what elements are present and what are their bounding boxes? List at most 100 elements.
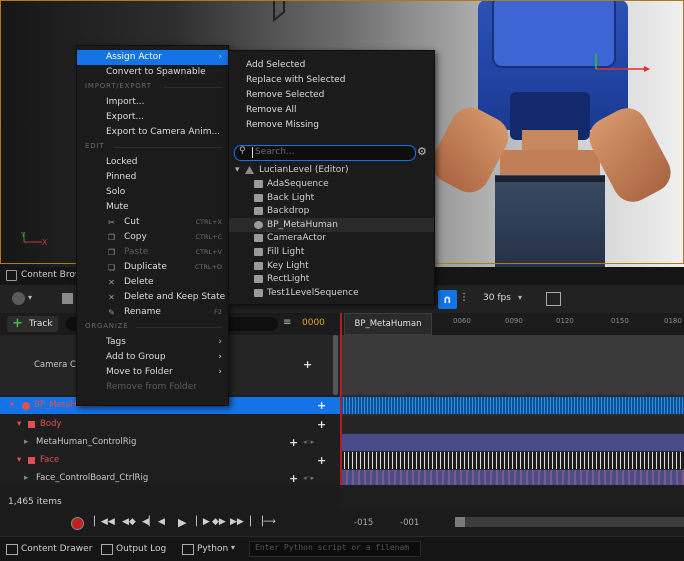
menu-item-mute[interactable]: Mute bbox=[77, 200, 228, 215]
menu-item-assign-actor[interactable]: Assign Actor › bbox=[77, 50, 228, 65]
menu-item-delete-and-keep-state[interactable]: ✕ Delete and Keep State bbox=[77, 290, 228, 305]
assign-action-replace-with-selected[interactable]: Replace with Selected bbox=[229, 73, 434, 88]
actor-item-key-light[interactable]: Key Light bbox=[229, 259, 434, 273]
menu-item-cut[interactable]: ✂ Cut CTRL+X bbox=[77, 215, 228, 230]
menu-item-move-to-folder[interactable]: Move to Folder › bbox=[77, 365, 228, 380]
fps-chevron-down-icon[interactable]: ▾ bbox=[518, 293, 522, 302]
tooltip-actor-name: BP_MetaHuman bbox=[344, 313, 432, 335]
actor-type-icon bbox=[254, 220, 263, 229]
key-nav-icon[interactable]: ◂◦▸ bbox=[303, 434, 314, 451]
world-icon[interactable] bbox=[12, 292, 25, 305]
fps-selector[interactable]: 30 fps bbox=[483, 293, 511, 303]
collapse-arrow-icon[interactable]: ▾ bbox=[17, 416, 21, 433]
timeline-scrollbar[interactable] bbox=[455, 517, 684, 527]
menu-item-delete[interactable]: ✕ Delete bbox=[77, 275, 228, 290]
add-track-plus-icon[interactable]: + bbox=[317, 397, 326, 414]
tree-root-level[interactable]: ▾ LucianLevel (Editor) bbox=[229, 163, 434, 177]
timeline-ruler[interactable]: BP_MetaHuman 0060 0090 0120 0150 0180 bbox=[340, 313, 684, 335]
prev-key-icon[interactable]: ◀◆ bbox=[122, 517, 136, 527]
collapse-arrow-icon[interactable]: ▾ bbox=[17, 452, 21, 469]
menu-item-locked[interactable]: Locked bbox=[77, 155, 228, 170]
menu-item-export[interactable]: Export... bbox=[77, 110, 228, 125]
actor-item-cameraactor[interactable]: CameraActor bbox=[229, 231, 434, 245]
current-frame-value[interactable]: 0000 bbox=[302, 318, 325, 328]
menu-item-tags[interactable]: Tags › bbox=[77, 335, 228, 350]
actor-item-back-light[interactable]: Back Light bbox=[229, 191, 434, 205]
search-placeholder: Search... bbox=[255, 147, 295, 157]
output-log-icon bbox=[101, 544, 113, 555]
actor-label: Fill Light bbox=[267, 247, 305, 257]
actor-item-fill-light[interactable]: Fill Light bbox=[229, 245, 434, 259]
menu-item-export-to-camera-anim[interactable]: Export to Camera Anim... bbox=[77, 125, 228, 140]
add-key-plus-icon[interactable]: + bbox=[289, 434, 298, 451]
add-key-plus-icon[interactable]: + bbox=[303, 335, 312, 395]
menu-item-duplicate[interactable]: ❏ Duplicate CTRL+D bbox=[77, 260, 228, 275]
face-key-lane[interactable] bbox=[340, 452, 684, 469]
metahuman-key-lane[interactable] bbox=[340, 397, 684, 414]
settings-gear-icon[interactable]: ⚙ bbox=[417, 145, 427, 158]
expand-arrow-icon[interactable]: ▸ bbox=[24, 434, 28, 451]
content-browser-tab[interactable]: Content Brow bbox=[21, 270, 82, 280]
body-lane[interactable] bbox=[340, 416, 684, 433]
save-icon[interactable] bbox=[62, 293, 73, 304]
go-to-start-icon[interactable]: ▏◀◀ bbox=[94, 517, 115, 527]
playhead[interactable] bbox=[340, 313, 342, 335]
timeline-lanes[interactable] bbox=[340, 335, 684, 485]
actor-item-test1levelsequence[interactable]: Test1LevelSequence bbox=[229, 286, 434, 300]
play-reverse-icon[interactable]: ◀ bbox=[158, 517, 165, 527]
menu-item-pinned[interactable]: Pinned bbox=[77, 170, 228, 185]
menu-item-add-to-group[interactable]: Add to Group › bbox=[77, 350, 228, 365]
assign-action-remove-missing[interactable]: Remove Missing bbox=[229, 118, 434, 133]
more-options-icon[interactable]: ⋮ bbox=[459, 292, 469, 303]
transport-bar: ▏◀◀ ◀◆ ◀▏ ◀ ▶ ▏▶ ◆▶ ▶▶▕ ▕⟶ -015 -001 bbox=[0, 509, 684, 536]
face-controlboard-section[interactable] bbox=[340, 470, 684, 485]
assign-action-remove-selected[interactable]: Remove Selected bbox=[229, 88, 434, 103]
range-current[interactable]: -001 bbox=[400, 518, 419, 528]
track-row-metahuman-controlrig[interactable]: ▸ MetaHuman_ControlRig + ◂◦▸ bbox=[0, 434, 340, 451]
actor-item-backdrop[interactable]: Backdrop bbox=[229, 204, 434, 218]
actor-search-input[interactable]: ⚲ Search... bbox=[234, 145, 416, 161]
python-command-input[interactable]: Enter Python script or a filenam bbox=[249, 541, 421, 557]
scrollbar-handle[interactable] bbox=[455, 517, 465, 527]
next-key-icon[interactable]: ◆▶ bbox=[212, 517, 226, 527]
actor-item-bp-metahuman[interactable]: BP_MetaHuman bbox=[229, 217, 434, 232]
snap-magnet-icon[interactable]: ∩ bbox=[438, 290, 457, 309]
track-row-body[interactable]: ▾ Body + bbox=[0, 416, 340, 433]
loop-icon[interactable]: ▕⟶ bbox=[256, 517, 276, 527]
play-icon[interactable]: ▶ bbox=[178, 516, 186, 529]
go-to-end-icon[interactable]: ▶▶▕ bbox=[230, 517, 251, 527]
record-button[interactable] bbox=[71, 517, 84, 530]
chevron-down-icon[interactable]: ▾ bbox=[28, 293, 32, 302]
shortcut-label: CTRL+D bbox=[194, 263, 222, 271]
content-drawer-button[interactable]: Content Drawer bbox=[21, 544, 92, 554]
collapse-arrow-icon[interactable]: ▾ bbox=[235, 163, 240, 177]
duplicate-icon: ❏ bbox=[107, 263, 116, 272]
assign-action-add-selected[interactable]: Add Selected bbox=[229, 58, 434, 73]
menu-item-import[interactable]: Import... bbox=[77, 95, 228, 110]
actor-type-icon bbox=[254, 248, 263, 256]
step-back-icon[interactable]: ◀▏ bbox=[142, 517, 156, 527]
controlrig-section[interactable] bbox=[340, 434, 684, 451]
curve-editor-icon[interactable] bbox=[546, 292, 561, 306]
range-start[interactable]: -015 bbox=[354, 518, 373, 528]
output-log-button[interactable]: Output Log bbox=[116, 544, 166, 554]
collapse-arrow-icon[interactable]: ▾ bbox=[10, 397, 14, 414]
actor-label: CameraActor bbox=[267, 233, 327, 244]
add-track-plus-icon[interactable]: + bbox=[317, 452, 326, 469]
assign-action-remove-all[interactable]: Remove All bbox=[229, 103, 434, 118]
python-selector[interactable]: Python bbox=[197, 544, 228, 554]
filter-icon[interactable]: ≡ bbox=[283, 317, 291, 328]
track-list-scrollbar[interactable] bbox=[333, 335, 338, 395]
menu-item-convert-to-spawnable[interactable]: Convert to Spawnable bbox=[77, 65, 228, 80]
menu-item-solo[interactable]: Solo bbox=[77, 185, 228, 200]
actor-item-adasequence[interactable]: AdaSequence bbox=[229, 177, 434, 191]
add-track-plus-icon[interactable]: + bbox=[317, 416, 326, 433]
camera-cut-lane[interactable] bbox=[340, 335, 684, 395]
track-row-face[interactable]: ▾ Face + bbox=[0, 452, 340, 469]
menu-item-copy[interactable]: ❐ Copy CTRL+C bbox=[77, 230, 228, 245]
step-forward-icon[interactable]: ▏▶ bbox=[196, 517, 210, 527]
add-track-button[interactable]: + Track bbox=[7, 316, 58, 332]
menu-item-rename[interactable]: ✎ Rename F2 bbox=[77, 305, 228, 320]
actor-item-rectlight[interactable]: RectLight bbox=[229, 272, 434, 286]
chevron-down-icon[interactable]: ▾ bbox=[231, 543, 235, 552]
